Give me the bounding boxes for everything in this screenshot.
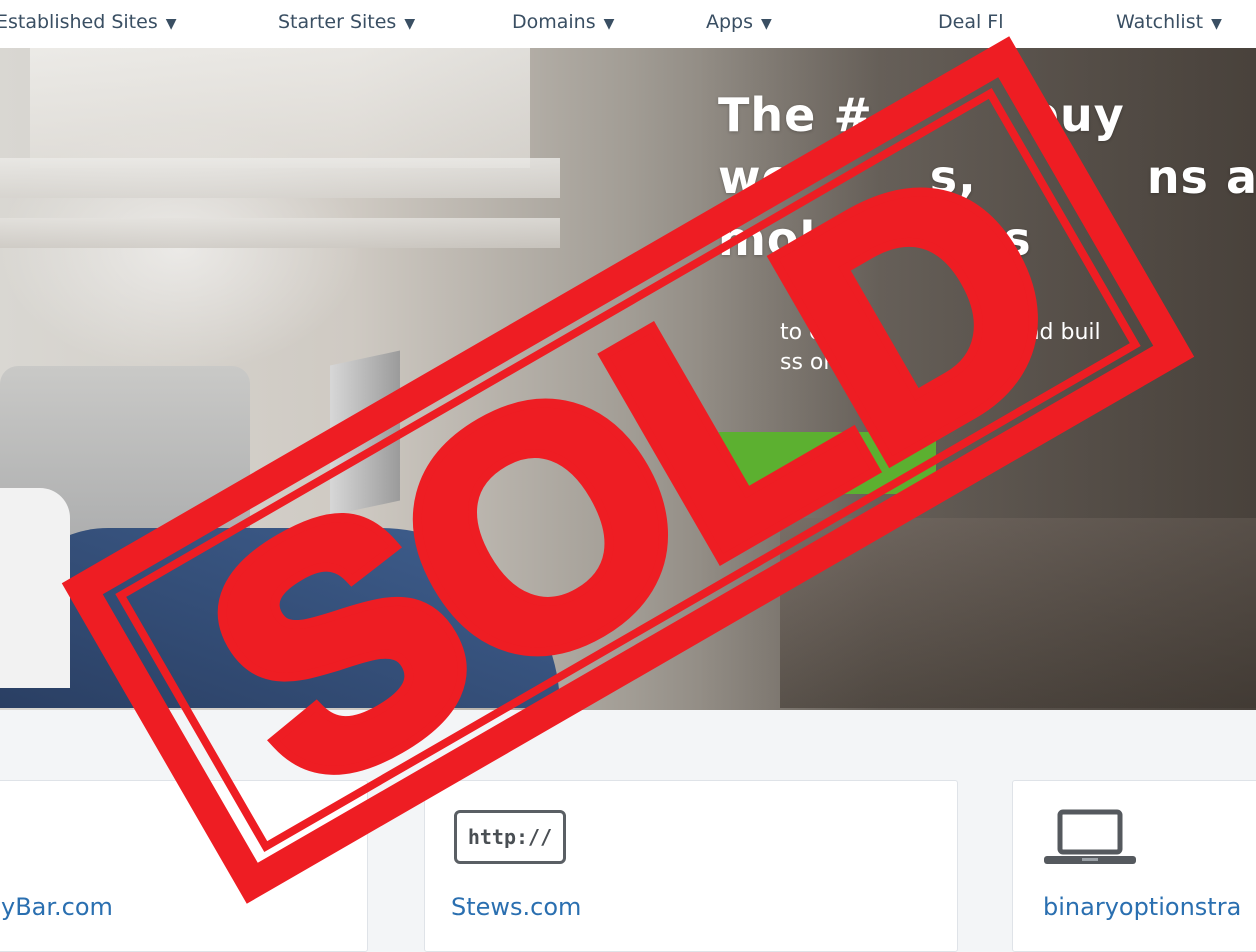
nav-starter-sites[interactable]: Starter Sites ▼ xyxy=(278,11,415,33)
http-badge-icon: http:// xyxy=(454,810,566,864)
nav-watchlist-label: Watchlist xyxy=(1116,11,1204,33)
hero-subtext: to earn e and buil ss online xyxy=(780,320,1101,375)
nav-deal-flow[interactable]: Deal Fl xyxy=(938,11,1012,33)
laptop-icon xyxy=(1044,809,1136,864)
chevron-down-icon: ▼ xyxy=(404,16,416,32)
listing-title[interactable]: yBar.com xyxy=(1,893,113,921)
nav-domains[interactable]: Domains ▼ xyxy=(512,11,614,33)
hero-background-person xyxy=(0,528,560,708)
hero-background-laptop xyxy=(330,350,400,516)
nav-watchlist[interactable]: Watchlist ▼ xyxy=(1116,11,1222,33)
nav-established-sites-label: Established Sites xyxy=(0,11,158,33)
chevron-down-icon: ▼ xyxy=(1211,16,1222,32)
listing-title[interactable]: binaryoptionstra xyxy=(1043,893,1241,921)
listing-card[interactable]: yBar.com xyxy=(0,780,368,952)
chevron-down-icon: ▼ xyxy=(603,16,615,32)
http-badge-text: http:// xyxy=(467,825,553,849)
hero-cta-button[interactable]: d xyxy=(718,432,936,494)
listing-title[interactable]: Stews.com xyxy=(451,893,581,921)
hero-headline: The # buy we s, ns a mobi ps xyxy=(718,88,1256,266)
hero-cta-label: d xyxy=(820,452,834,474)
hero-background-window xyxy=(30,48,530,168)
hero-background-shelf xyxy=(0,218,560,248)
listing-card[interactable]: Stews.com xyxy=(424,780,958,952)
nav-deal-flow-label: Deal Fl xyxy=(938,11,1004,33)
nav-domains-label: Domains xyxy=(512,11,596,33)
chevron-down-icon: ▼ xyxy=(761,16,772,32)
hero-background-person-shirt xyxy=(0,488,70,688)
top-navigation: Established Sites ▼ Starter Sites ▼ Domain… xyxy=(0,0,1256,49)
hero-background-shelf xyxy=(0,158,560,198)
nav-apps-label: Apps xyxy=(706,11,754,33)
chevron-down-icon: ▼ xyxy=(165,16,177,32)
nav-starter-sites-label: Starter Sites xyxy=(278,11,397,33)
nav-established-sites[interactable]: Established Sites ▼ xyxy=(0,11,177,33)
nav-apps[interactable]: Apps ▼ xyxy=(706,11,772,33)
